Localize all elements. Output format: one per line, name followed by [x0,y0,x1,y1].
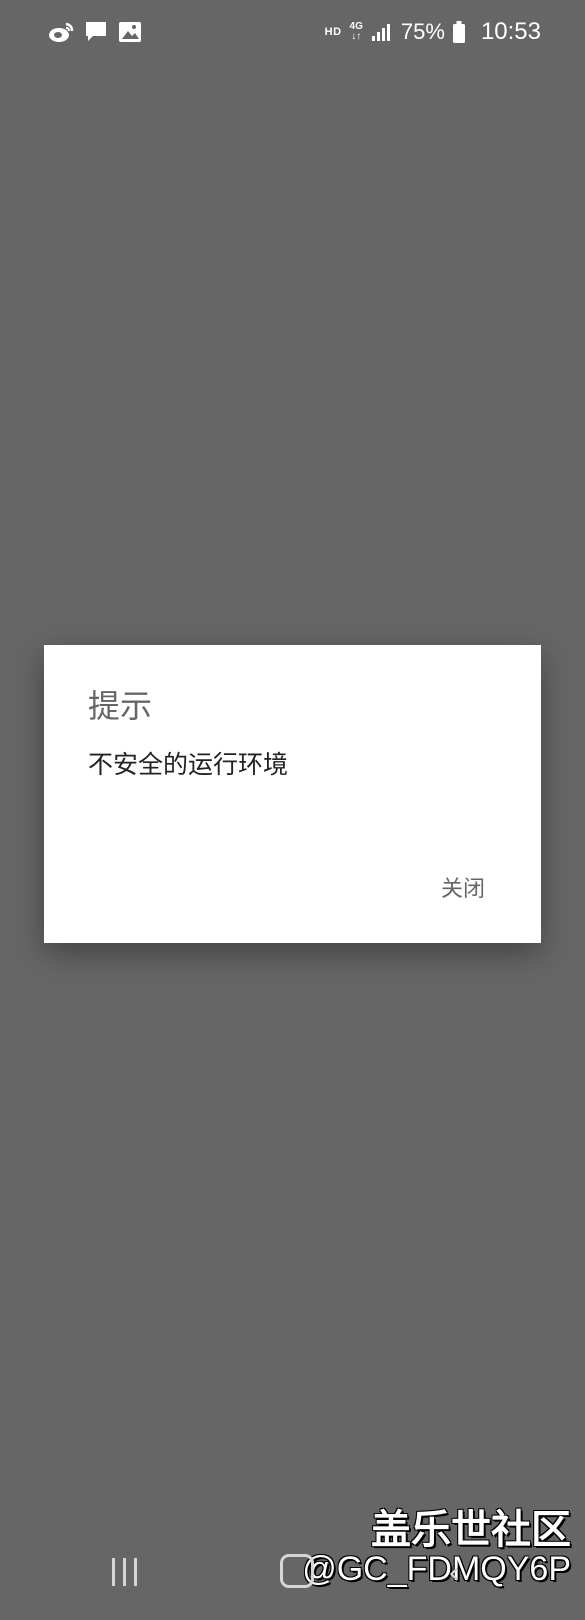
hd-voice-indicator: HD [324,26,342,38]
close-button[interactable]: 关闭 [441,871,485,903]
message-icon [84,20,108,44]
gallery-icon [118,21,142,43]
notification-icons [48,20,142,44]
weibo-icon [48,21,74,43]
data-activity-icon: ↓↑ [351,31,362,42]
alert-dialog: 提示 不安全的运行环境 关闭 [44,645,541,943]
dialog-message: 不安全的运行环境 [88,750,289,779]
battery-icon [452,21,465,43]
status-bar: HD 4G ↓↑ 75% 10:53 [0,0,585,68]
back-icon[interactable]: ‹ [448,1556,460,1591]
dialog-title: 提示 [88,687,153,725]
recents-icon[interactable] [112,1558,137,1586]
status-clock: 10:53 [480,18,541,45]
navigation-bar: ‹ [0,1510,585,1620]
network-type-indicator: 4G ↓↑ [350,22,363,42]
home-icon[interactable] [280,1554,314,1588]
system-indicators: HD 4G ↓↑ 75% 10:53 [325,18,541,46]
battery-percentage: 75% [400,19,445,44]
signal-strength-icon [371,22,393,42]
